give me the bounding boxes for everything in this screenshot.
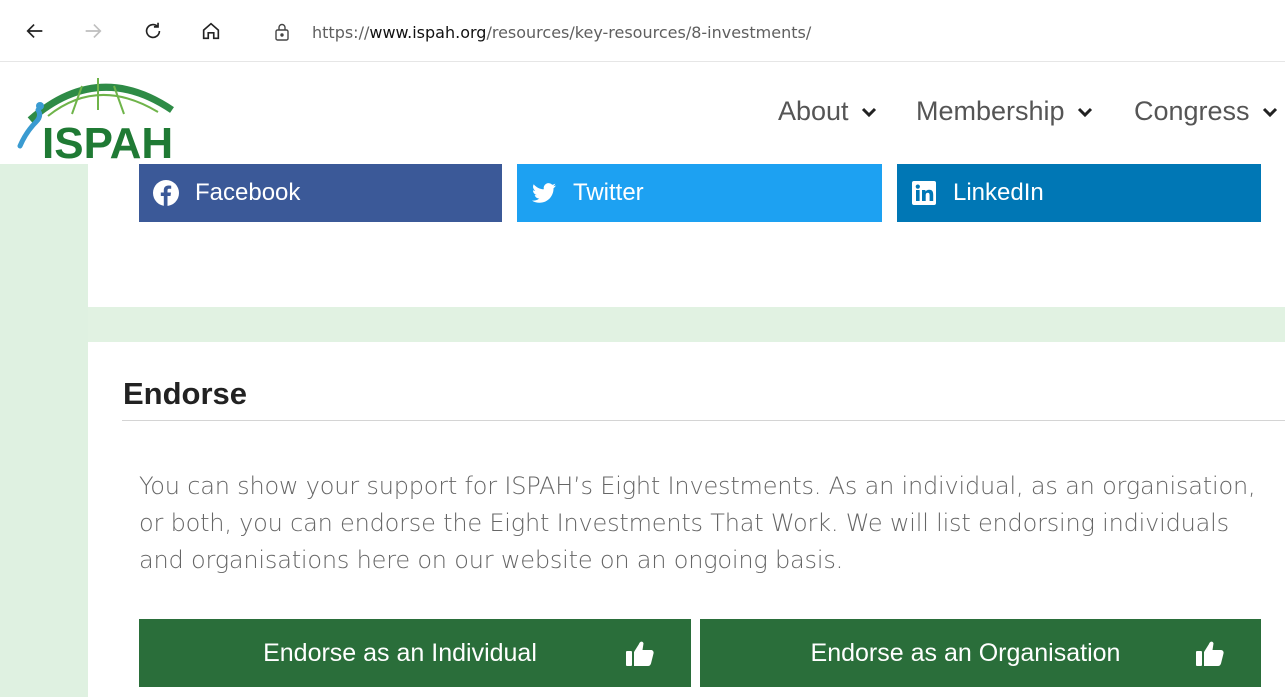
- chevron-down-icon: [861, 107, 876, 117]
- refresh-button[interactable]: [136, 14, 170, 48]
- heading-divider: [122, 420, 1285, 421]
- arrow-left-icon: [26, 23, 43, 39]
- ispah-logo[interactable]: ISPAH: [12, 70, 184, 160]
- share-twitter-button[interactable]: Twitter: [517, 164, 882, 222]
- endorse-heading: Endorse: [123, 376, 248, 411]
- back-button[interactable]: [18, 14, 52, 48]
- chevron-down-icon: [1077, 107, 1092, 117]
- facebook-icon: [153, 180, 179, 206]
- thumbs-up-icon: [626, 641, 654, 666]
- menu-congress[interactable]: Congress: [1134, 96, 1278, 127]
- menu-membership[interactable]: Membership: [916, 96, 1093, 127]
- endorse-organisation-button[interactable]: Endorse as an Organisation: [700, 619, 1261, 687]
- site-header: ISPAH About Membership Congress: [0, 62, 1285, 164]
- endorse-individual-button[interactable]: Endorse as an Individual: [139, 619, 691, 687]
- url-text: https://www.ispah.org/resources/key-reso…: [312, 22, 812, 42]
- home-button[interactable]: [194, 14, 228, 48]
- menu-about[interactable]: About: [778, 96, 877, 127]
- page-body: Facebook Twitter LinkedIn Endorse You ca…: [0, 164, 1285, 697]
- endorse-description: You can show your support for ISPAH’s Ei…: [139, 472, 1256, 574]
- share-card: Facebook Twitter LinkedIn: [88, 164, 1285, 307]
- twitter-icon: [532, 183, 556, 203]
- refresh-icon: [145, 22, 161, 39]
- linkedin-icon: [912, 181, 936, 205]
- thumbs-up-icon: [1196, 641, 1224, 666]
- svg-text:ISPAH: ISPAH: [42, 119, 173, 160]
- share-linkedin-button[interactable]: LinkedIn: [897, 164, 1261, 222]
- chevron-down-icon: [1262, 107, 1277, 117]
- forward-button[interactable]: [76, 14, 110, 48]
- address-bar[interactable]: https://www.ispah.org/resources/key-reso…: [256, 14, 1285, 50]
- share-facebook-button[interactable]: Facebook: [139, 164, 502, 222]
- browser-toolbar: https://www.ispah.org/resources/key-reso…: [0, 0, 1285, 62]
- home-icon: [202, 22, 220, 40]
- arrow-right-icon: [85, 23, 102, 39]
- endorse-card: Endorse You can show your support for IS…: [88, 342, 1285, 697]
- lock-icon: [275, 23, 289, 41]
- left-margin: [0, 164, 88, 697]
